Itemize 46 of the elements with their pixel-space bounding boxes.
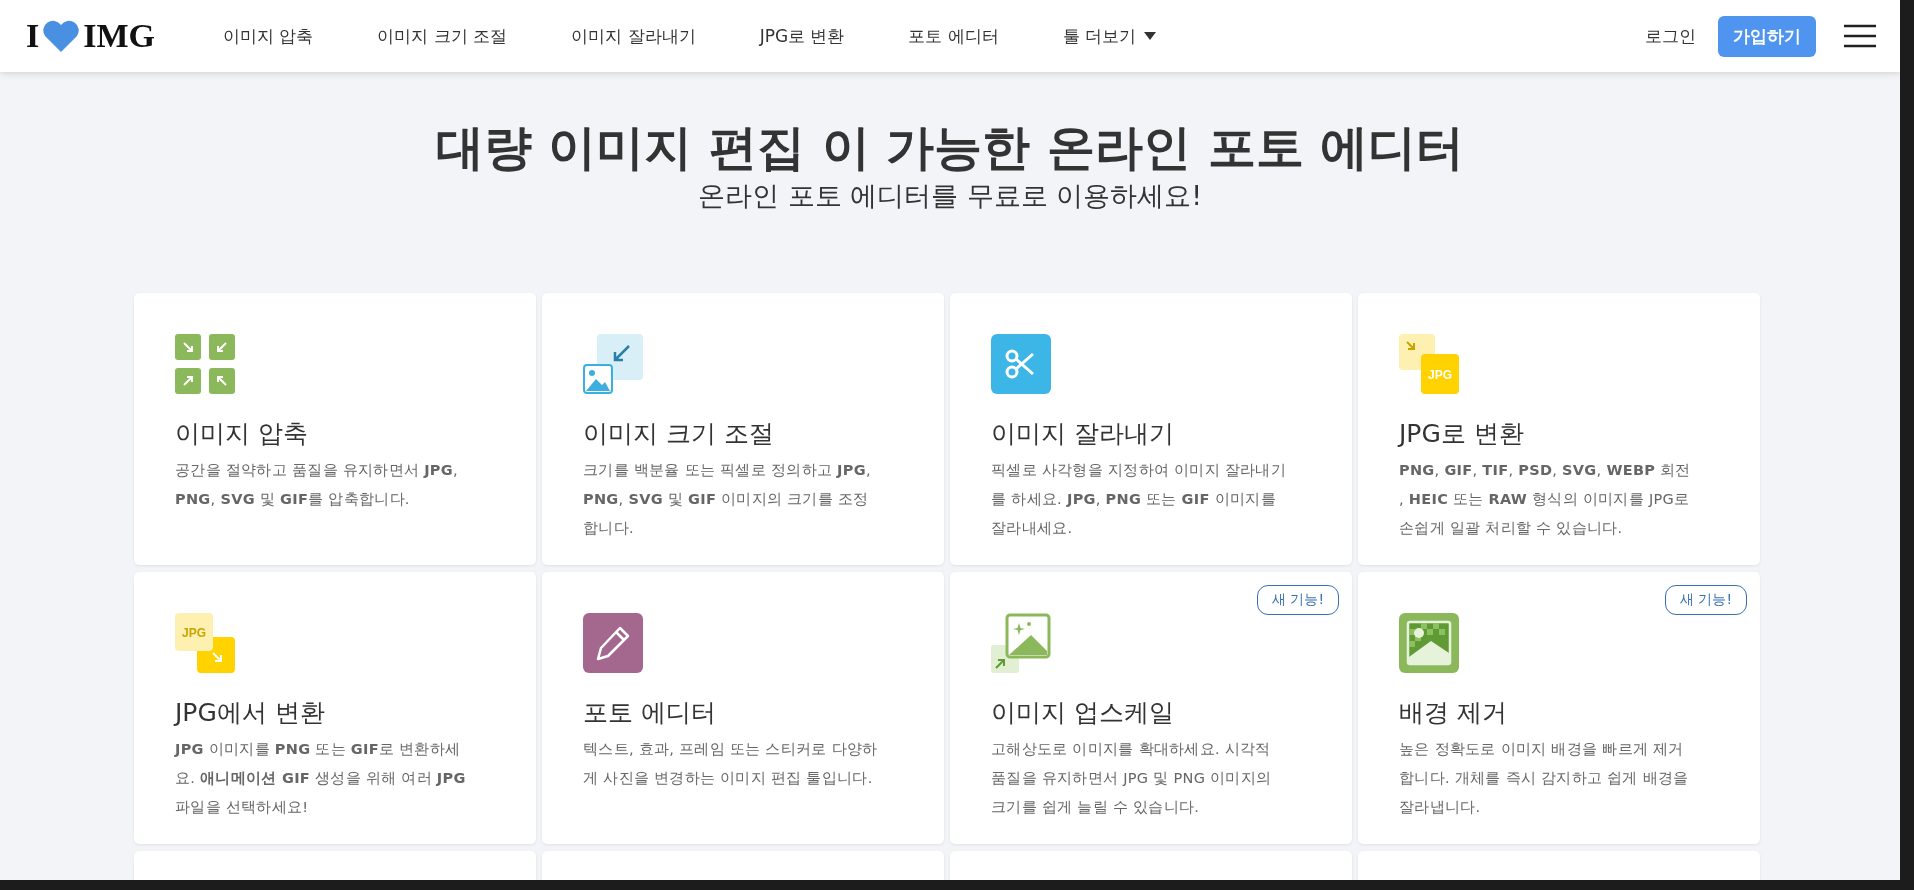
login-link[interactable]: 로그인 <box>1639 23 1702 49</box>
tool-card[interactable]: 새 기능! 이미지 업스케일 고해상도로 이미지를 확대하세요. 시각적 품질을 유지하면서 JPG 및 PNG 이미지의 크기를 쉽게 늘릴 수 있습니다. <box>950 572 1352 844</box>
tool-title: 포토 에디터 <box>583 697 717 729</box>
nav-link[interactable]: 이미지 압축 <box>223 24 314 48</box>
page-subtitle: 온라인 포토 에디터를 무료로 이용하세요! <box>696 179 1204 213</box>
tool-description: 높은 정확도로 이미지 배경을 빠르게 제거합니다. 개체를 즉시 감지하고 쉽게 배경을 잘라냅니다. <box>1399 740 1690 817</box>
new-feature-badge: 새 기능! <box>1664 585 1747 615</box>
menu-icon[interactable] <box>1844 24 1876 48</box>
tool-description: 픽셀로 사각형을 지정하여 이미지 잘라내기를 하세요. JPG, PNG 또는 GIF 이미지를 잘라내세요. <box>991 461 1287 538</box>
scissors-icon <box>991 334 1051 394</box>
tool-description: PNG, GIF, TIF, PSD, SVG, WEBP 회전 , HEIC 또는 RAW 형식의 이미지를 JPG로 손쉽게 일괄 처리할 수 있습니다. <box>1399 461 1692 538</box>
nav-link[interactable]: 이미지 잘라내기 <box>571 24 696 48</box>
tool-description: 공간을 절약하고 품질을 유지하면서 JPG, PNG, SVG 및 GIF를 압축합니다. <box>175 461 459 509</box>
tool-description: 고해상도로 이미지를 확대하세요. 시각적 품질을 유지하면서 JPG 및 PNG 이미지의 크기를 쉽게 늘릴 수 있습니다. <box>991 740 1273 817</box>
image-resize-icon <box>583 334 643 394</box>
page-title: 대량 이미지 편집 이 가능한 온라인 포토 에디터 <box>434 118 1466 177</box>
tool-card[interactable]: 포토 에디터 텍스트, 효과, 프레임 또는 스티커로 다양하게 사진을 변경하는 이미지 편집 툴입니다. <box>542 572 944 844</box>
caret-icon <box>1144 32 1157 40</box>
nav-link[interactable]: JPG로 변환 <box>759 24 845 48</box>
new-feature-badge: 새 기능! <box>1256 585 1339 615</box>
tool-title: 이미지 업스케일 <box>991 697 1175 729</box>
tool-card[interactable]: 이미지 크기 조절 크기를 백분율 또는 픽셀로 정의하고 JPG, PNG, SVG 및 GIF 이미지의 크기를 조정합니다. <box>542 293 944 565</box>
tool-card[interactable]: 새 기능! 배경 제거 높은 정확도로 이미지 배경을 빠르게 제거합니다. 개체를 즉시 감지하고 쉽게 배경을 잘라냅니다. <box>1358 572 1760 844</box>
tool-description: 크기를 백분율 또는 픽셀로 정의하고 JPG, PNG, SVG 및 GIF 이미지의 크기를 조정합니다. <box>583 461 872 538</box>
tool-title: 배경 제거 <box>1399 697 1508 729</box>
tool-card[interactable]: JPG JPG에서 변환 JPG 이미지를 PNG 또는 GIF로 변환하세요. 애니메이션 GIF 생성을 위해 여러 JPG 파일을 선택하세요! <box>134 572 536 844</box>
nav-link[interactable]: 툴 더보기 <box>1062 24 1157 48</box>
tool-card[interactable]: 이미지 잘라내기 픽셀로 사각형을 지정하여 이미지 잘라내기를 하세요. JPG, PNG 또는 GIF 이미지를 잘라내세요. <box>950 293 1352 565</box>
tool-title: 이미지 크기 조절 <box>583 418 775 450</box>
heart-icon <box>41 19 82 53</box>
tool-title: 이미지 잘라내기 <box>991 418 1175 450</box>
tool-description: JPG 이미지를 PNG 또는 GIF로 변환하세요. 애니메이션 GIF 생성을 위해 여러 JPG 파일을 선택하세요! <box>175 740 467 817</box>
nav-link[interactable]: 이미지 크기 조절 <box>377 24 508 48</box>
pencil-icon <box>583 613 643 673</box>
nav-link[interactable]: 포토 에디터 <box>908 24 999 48</box>
image-checkerboard-icon <box>1399 613 1459 673</box>
logo-text[interactable]: IMG <box>83 17 155 55</box>
logo-text[interactable]: I <box>26 17 40 55</box>
tool-title: 이미지 압축 <box>175 418 309 450</box>
tool-card[interactable]: 이미지 압축 공간을 절약하고 품질을 유지하면서 JPG, PNG, SVG 및 GIF를 압축합니다. <box>134 293 536 565</box>
tool-card[interactable]: JPG JPG로 변환 PNG, GIF, TIF, PSD, SVG, WEBP 회전 , HEIC 또는 RAW 형식의 이미지를 JPG로 손쉽게 일괄 처리할 수 있습니다. <box>1358 293 1760 565</box>
image-upscale-icon <box>991 613 1051 673</box>
tool-title: JPG로 변환 <box>1399 418 1525 450</box>
compress-arrows-icon <box>175 334 235 394</box>
tool-description: 텍스트, 효과, 프레임 또는 스티커로 다양하게 사진을 변경하는 이미지 편집 툴입니다. <box>583 740 879 788</box>
tool-title: JPG에서 변환 <box>175 697 326 729</box>
